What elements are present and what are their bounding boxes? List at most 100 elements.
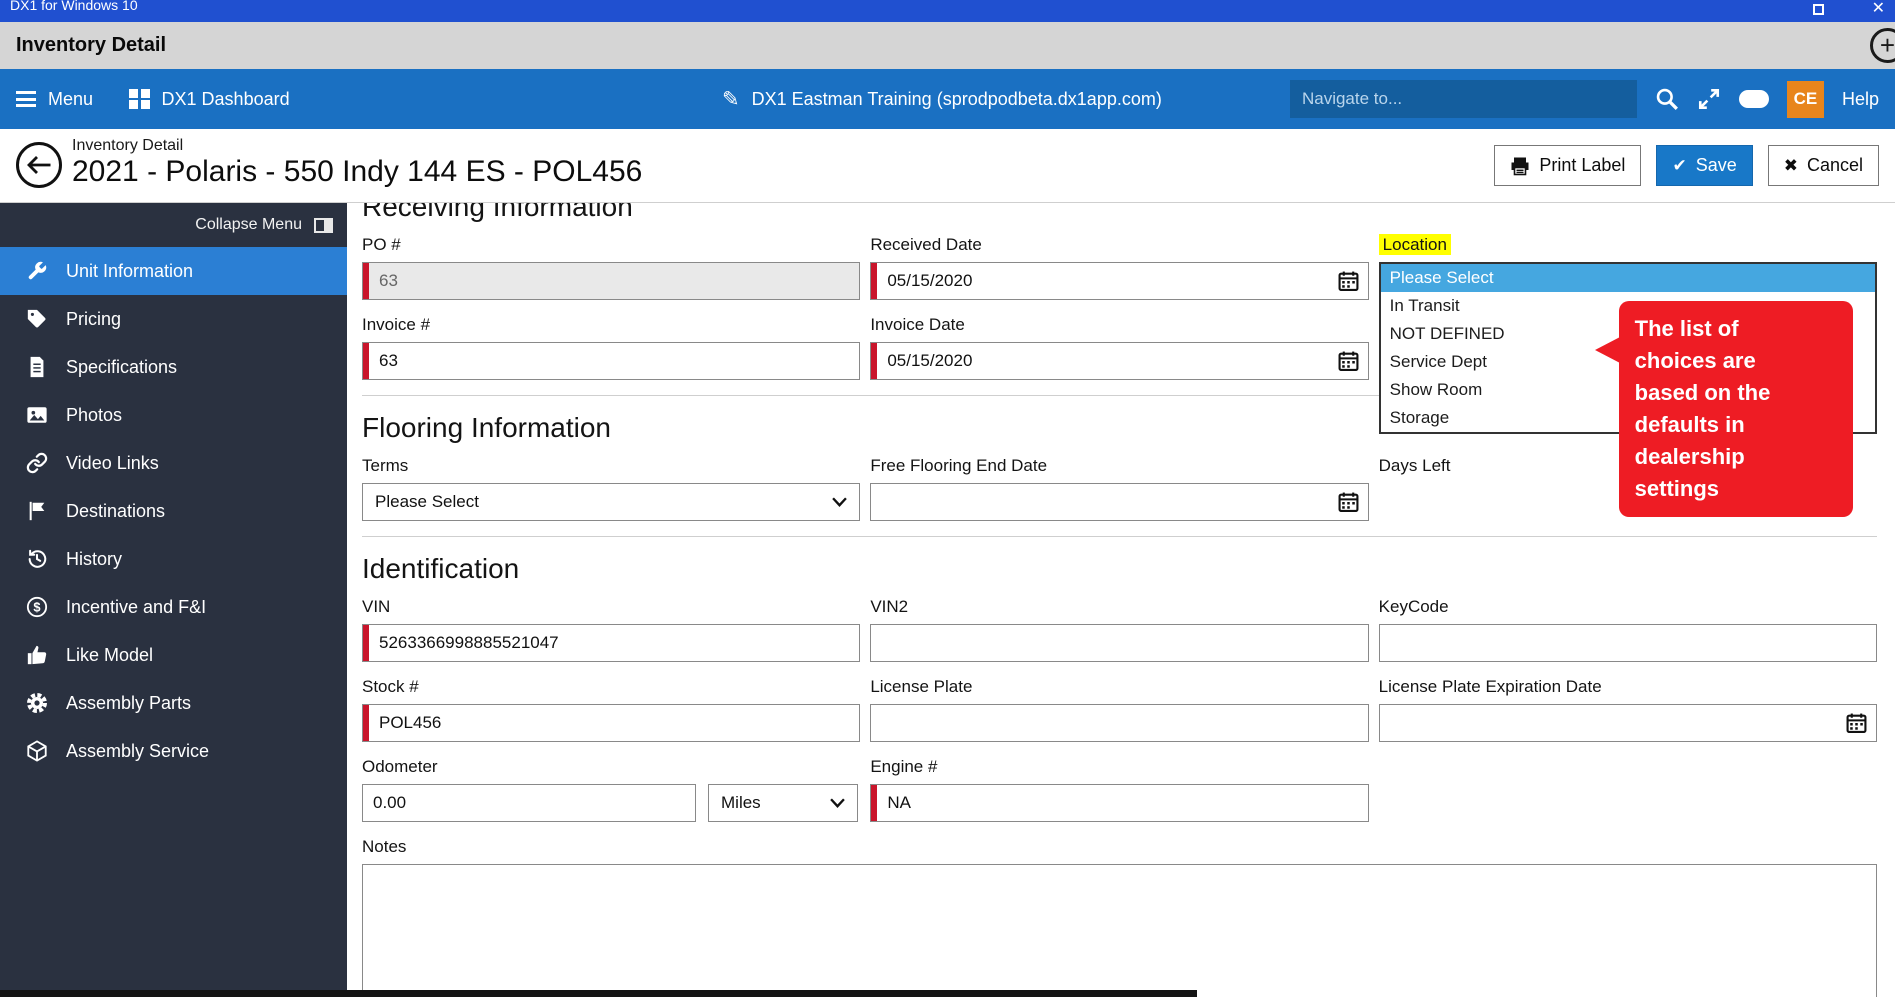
cancel-button[interactable]: ✖ Cancel bbox=[1767, 145, 1879, 186]
odometer-input[interactable] bbox=[363, 785, 695, 821]
sidebar-item-label: Destinations bbox=[66, 500, 166, 521]
check-icon: ✔ bbox=[1672, 156, 1687, 175]
free-flooring-end-date-field: Free Flooring End Date bbox=[870, 456, 1369, 521]
page-header: Inventory Detail 2021 - Polaris - 550 In… bbox=[0, 129, 1895, 203]
section-identification-title: Identification bbox=[362, 553, 520, 584]
annotation-callout: The list of choices are based on the def… bbox=[1594, 301, 1853, 517]
svg-text:$: $ bbox=[33, 600, 40, 615]
price-tag-icon bbox=[24, 308, 50, 330]
sidebar-item-label: Incentive and F&I bbox=[66, 596, 207, 617]
dashboard-label: DX1 Dashboard bbox=[161, 88, 290, 109]
window-close-icon[interactable]: ✕ bbox=[1872, 1, 1885, 17]
menu-label: Menu bbox=[48, 88, 94, 109]
calendar-icon[interactable] bbox=[1338, 492, 1359, 513]
menu-button[interactable]: Menu bbox=[16, 89, 93, 110]
dealership-label: DX1 Eastman Training (sprodpodbeta.dx1ap… bbox=[751, 88, 1162, 109]
sidebar-item-specifications[interactable]: Specifications bbox=[0, 343, 347, 391]
notes-textarea[interactable] bbox=[362, 864, 1877, 997]
po-field: PO # bbox=[362, 235, 861, 300]
sidebar-item-pricing[interactable]: Pricing bbox=[0, 295, 347, 343]
add-plus-icon[interactable]: + bbox=[1870, 28, 1895, 63]
window-restore-icon[interactable] bbox=[1812, 3, 1824, 15]
sidebar-item-like-model[interactable]: Like Model bbox=[0, 631, 347, 679]
link-icon bbox=[24, 452, 50, 474]
calendar-icon[interactable] bbox=[1846, 713, 1867, 734]
flag-icon bbox=[24, 500, 50, 522]
calendar-icon[interactable] bbox=[1338, 271, 1359, 292]
po-label: PO # bbox=[362, 235, 401, 254]
navigate-search-input[interactable] bbox=[1301, 89, 1625, 109]
history-icon bbox=[24, 548, 50, 570]
engine-input-wrap bbox=[870, 784, 1369, 822]
odometer-unit-select[interactable]: Miles bbox=[708, 784, 858, 822]
page-title: 2021 - Polaris - 550 Indy 144 ES - POL45… bbox=[72, 155, 643, 188]
engine-input[interactable] bbox=[871, 785, 1368, 821]
keycode-input[interactable] bbox=[1379, 625, 1876, 661]
collapse-menu-button[interactable]: Collapse Menu bbox=[0, 203, 347, 247]
cancel-text: Cancel bbox=[1806, 155, 1863, 175]
notes-field: Notes bbox=[362, 837, 1877, 997]
odometer-unit-value: Miles bbox=[721, 793, 761, 812]
navigate-search-box[interactable] bbox=[1289, 80, 1637, 118]
invoice-field: Invoice # bbox=[362, 315, 861, 380]
vin-label: VIN bbox=[362, 597, 391, 616]
terms-select[interactable]: Please Select bbox=[362, 483, 861, 521]
invoice-input-wrap bbox=[362, 342, 861, 380]
engine-field: Engine # bbox=[870, 757, 1369, 822]
engine-label: Engine # bbox=[870, 757, 938, 776]
chevron-down-icon bbox=[830, 798, 845, 808]
save-text: Save bbox=[1695, 155, 1737, 175]
location-option[interactable]: Please Select bbox=[1380, 264, 1875, 292]
window-titlebar: DX1 for Windows 10 ✕ bbox=[0, 0, 1895, 22]
keycode-input-wrap bbox=[1378, 624, 1877, 662]
stock-label: Stock # bbox=[362, 677, 419, 696]
sidebar-item-incentive-fi[interactable]: $ Incentive and F&I bbox=[0, 583, 347, 631]
keycode-label: KeyCode bbox=[1378, 597, 1449, 616]
invoice-date-field: Invoice Date bbox=[870, 315, 1369, 380]
fullscreen-expand-icon[interactable] bbox=[1697, 87, 1721, 111]
stock-input-wrap bbox=[362, 704, 861, 742]
vin2-input[interactable] bbox=[871, 625, 1368, 661]
stock-input[interactable] bbox=[363, 705, 860, 741]
license-plate-input[interactable] bbox=[871, 705, 1368, 741]
window-title: DX1 for Windows 10 bbox=[10, 0, 138, 13]
app-bar-title: Inventory Detail bbox=[16, 34, 167, 56]
sidebar-item-photos[interactable]: Photos bbox=[0, 391, 347, 439]
sidebar-item-unit-information[interactable]: Unit Information bbox=[0, 247, 347, 295]
invoice-date-input-wrap bbox=[870, 342, 1369, 380]
terms-field: Terms Please Select bbox=[362, 456, 861, 521]
sidebar-item-history[interactable]: History bbox=[0, 535, 347, 583]
hamburger-icon bbox=[16, 91, 36, 107]
vin-field: VIN bbox=[362, 597, 861, 662]
search-icon[interactable] bbox=[1655, 87, 1679, 111]
license-plate-exp-input[interactable] bbox=[1379, 705, 1876, 741]
collapse-menu-label: Collapse Menu bbox=[195, 216, 302, 233]
vin-input[interactable] bbox=[363, 625, 860, 661]
sidebar-item-destinations[interactable]: Destinations bbox=[0, 487, 347, 535]
dealership-selector[interactable]: ✎ DX1 Eastman Training (sprodpodbeta.dx1… bbox=[722, 87, 1162, 112]
free-flooring-end-date-input[interactable] bbox=[871, 484, 1368, 520]
user-avatar[interactable]: CE bbox=[1786, 80, 1824, 118]
x-icon: ✖ bbox=[1783, 156, 1798, 175]
chevron-down-icon bbox=[832, 497, 848, 507]
document-icon bbox=[24, 356, 50, 378]
feedback-pill-icon[interactable] bbox=[1738, 90, 1769, 108]
free-flooring-end-date-label: Free Flooring End Date bbox=[870, 456, 1048, 475]
help-link[interactable]: Help bbox=[1842, 89, 1879, 110]
save-button[interactable]: ✔ Save bbox=[1656, 145, 1753, 186]
license-plate-input-wrap bbox=[870, 704, 1369, 742]
wrench-icon bbox=[24, 260, 50, 282]
sidebar-item-label: Like Model bbox=[66, 644, 154, 665]
odometer-input-wrap bbox=[362, 784, 696, 822]
print-label-button[interactable]: Print Label bbox=[1494, 145, 1642, 186]
dashboard-button[interactable]: DX1 Dashboard bbox=[129, 89, 290, 110]
received-date-input[interactable] bbox=[871, 263, 1368, 299]
sidebar-item-label: History bbox=[66, 548, 123, 569]
calendar-icon[interactable] bbox=[1338, 351, 1359, 372]
back-button[interactable] bbox=[16, 142, 62, 188]
invoice-date-input[interactable] bbox=[871, 343, 1368, 379]
invoice-input[interactable] bbox=[363, 343, 860, 379]
sidebar-item-assembly-parts[interactable]: Assembly Parts bbox=[0, 679, 347, 727]
sidebar-item-video-links[interactable]: Video Links bbox=[0, 439, 347, 487]
sidebar-item-assembly-service[interactable]: Assembly Service bbox=[0, 727, 347, 775]
